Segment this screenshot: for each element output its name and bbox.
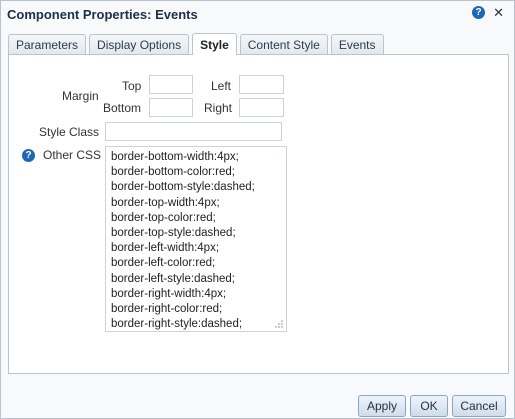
component-properties-dialog: Component Properties: Events ? ✕ Paramet… [0,0,515,419]
css-line: border-top-style:dashed; [111,227,236,240]
dialog-buttons: Apply OK Cancel [358,395,506,417]
tab-content-style[interactable]: Content Style [239,34,328,54]
margin-label: Margin [62,89,99,103]
css-line: border-bottom-width:4px; [111,151,239,163]
margin-left-input[interactable] [239,75,284,94]
ok-button[interactable]: OK [410,395,448,417]
margin-left-label: Left [211,79,232,93]
css-line: border-left-color:red; [111,257,216,270]
css-line: border-bottom-color:red; [111,166,235,179]
help-icon[interactable]: ? [472,6,486,19]
other-css-help-icon[interactable]: ? [22,149,35,162]
dialog-title: Component Properties: Events [7,7,198,22]
tab-events[interactable]: Events [330,34,384,54]
css-line: border-right-style:dashed; [111,318,243,331]
margin-right-input[interactable] [239,98,284,117]
style-panel: Margin Top Left Bottom Right Style Class… [8,54,509,374]
css-line: border-top-width:4px; [111,196,220,209]
apply-button[interactable]: Apply [358,395,406,417]
close-icon[interactable]: ✕ [493,6,504,19]
resize-grip-icon[interactable] [274,319,284,329]
title-icons: ? ✕ [472,6,504,19]
margin-top-input[interactable] [149,75,193,94]
css-line: border-bottom-style:dashed; [111,181,255,194]
css-line: border-right-width:4px; [111,287,227,300]
tab-style[interactable]: Style [192,33,237,55]
css-line: border-left-width:4px; [111,242,220,255]
tab-display-options[interactable]: Display Options [89,34,190,54]
margin-bottom-label: Bottom [103,101,142,115]
tab-bar: Parameters Display Options Style Content… [8,33,384,55]
cancel-button[interactable]: Cancel [452,395,506,417]
other-css-label: Other CSS [43,148,102,162]
margin-bottom-input[interactable] [149,98,193,117]
margin-top-label: Top [122,79,142,93]
css-line: border-left-style:dashed; [111,272,236,285]
other-css-textarea[interactable]: border-bottom-width:4px; border-bottom-c… [105,146,287,332]
tab-parameters[interactable]: Parameters [8,34,87,54]
css-line: border-right-color:red; [111,303,223,316]
style-class-label: Style Class [39,125,100,139]
css-line: border-top-color:red; [111,211,216,224]
style-class-input[interactable] [105,122,282,141]
margin-right-label: Right [204,101,233,115]
